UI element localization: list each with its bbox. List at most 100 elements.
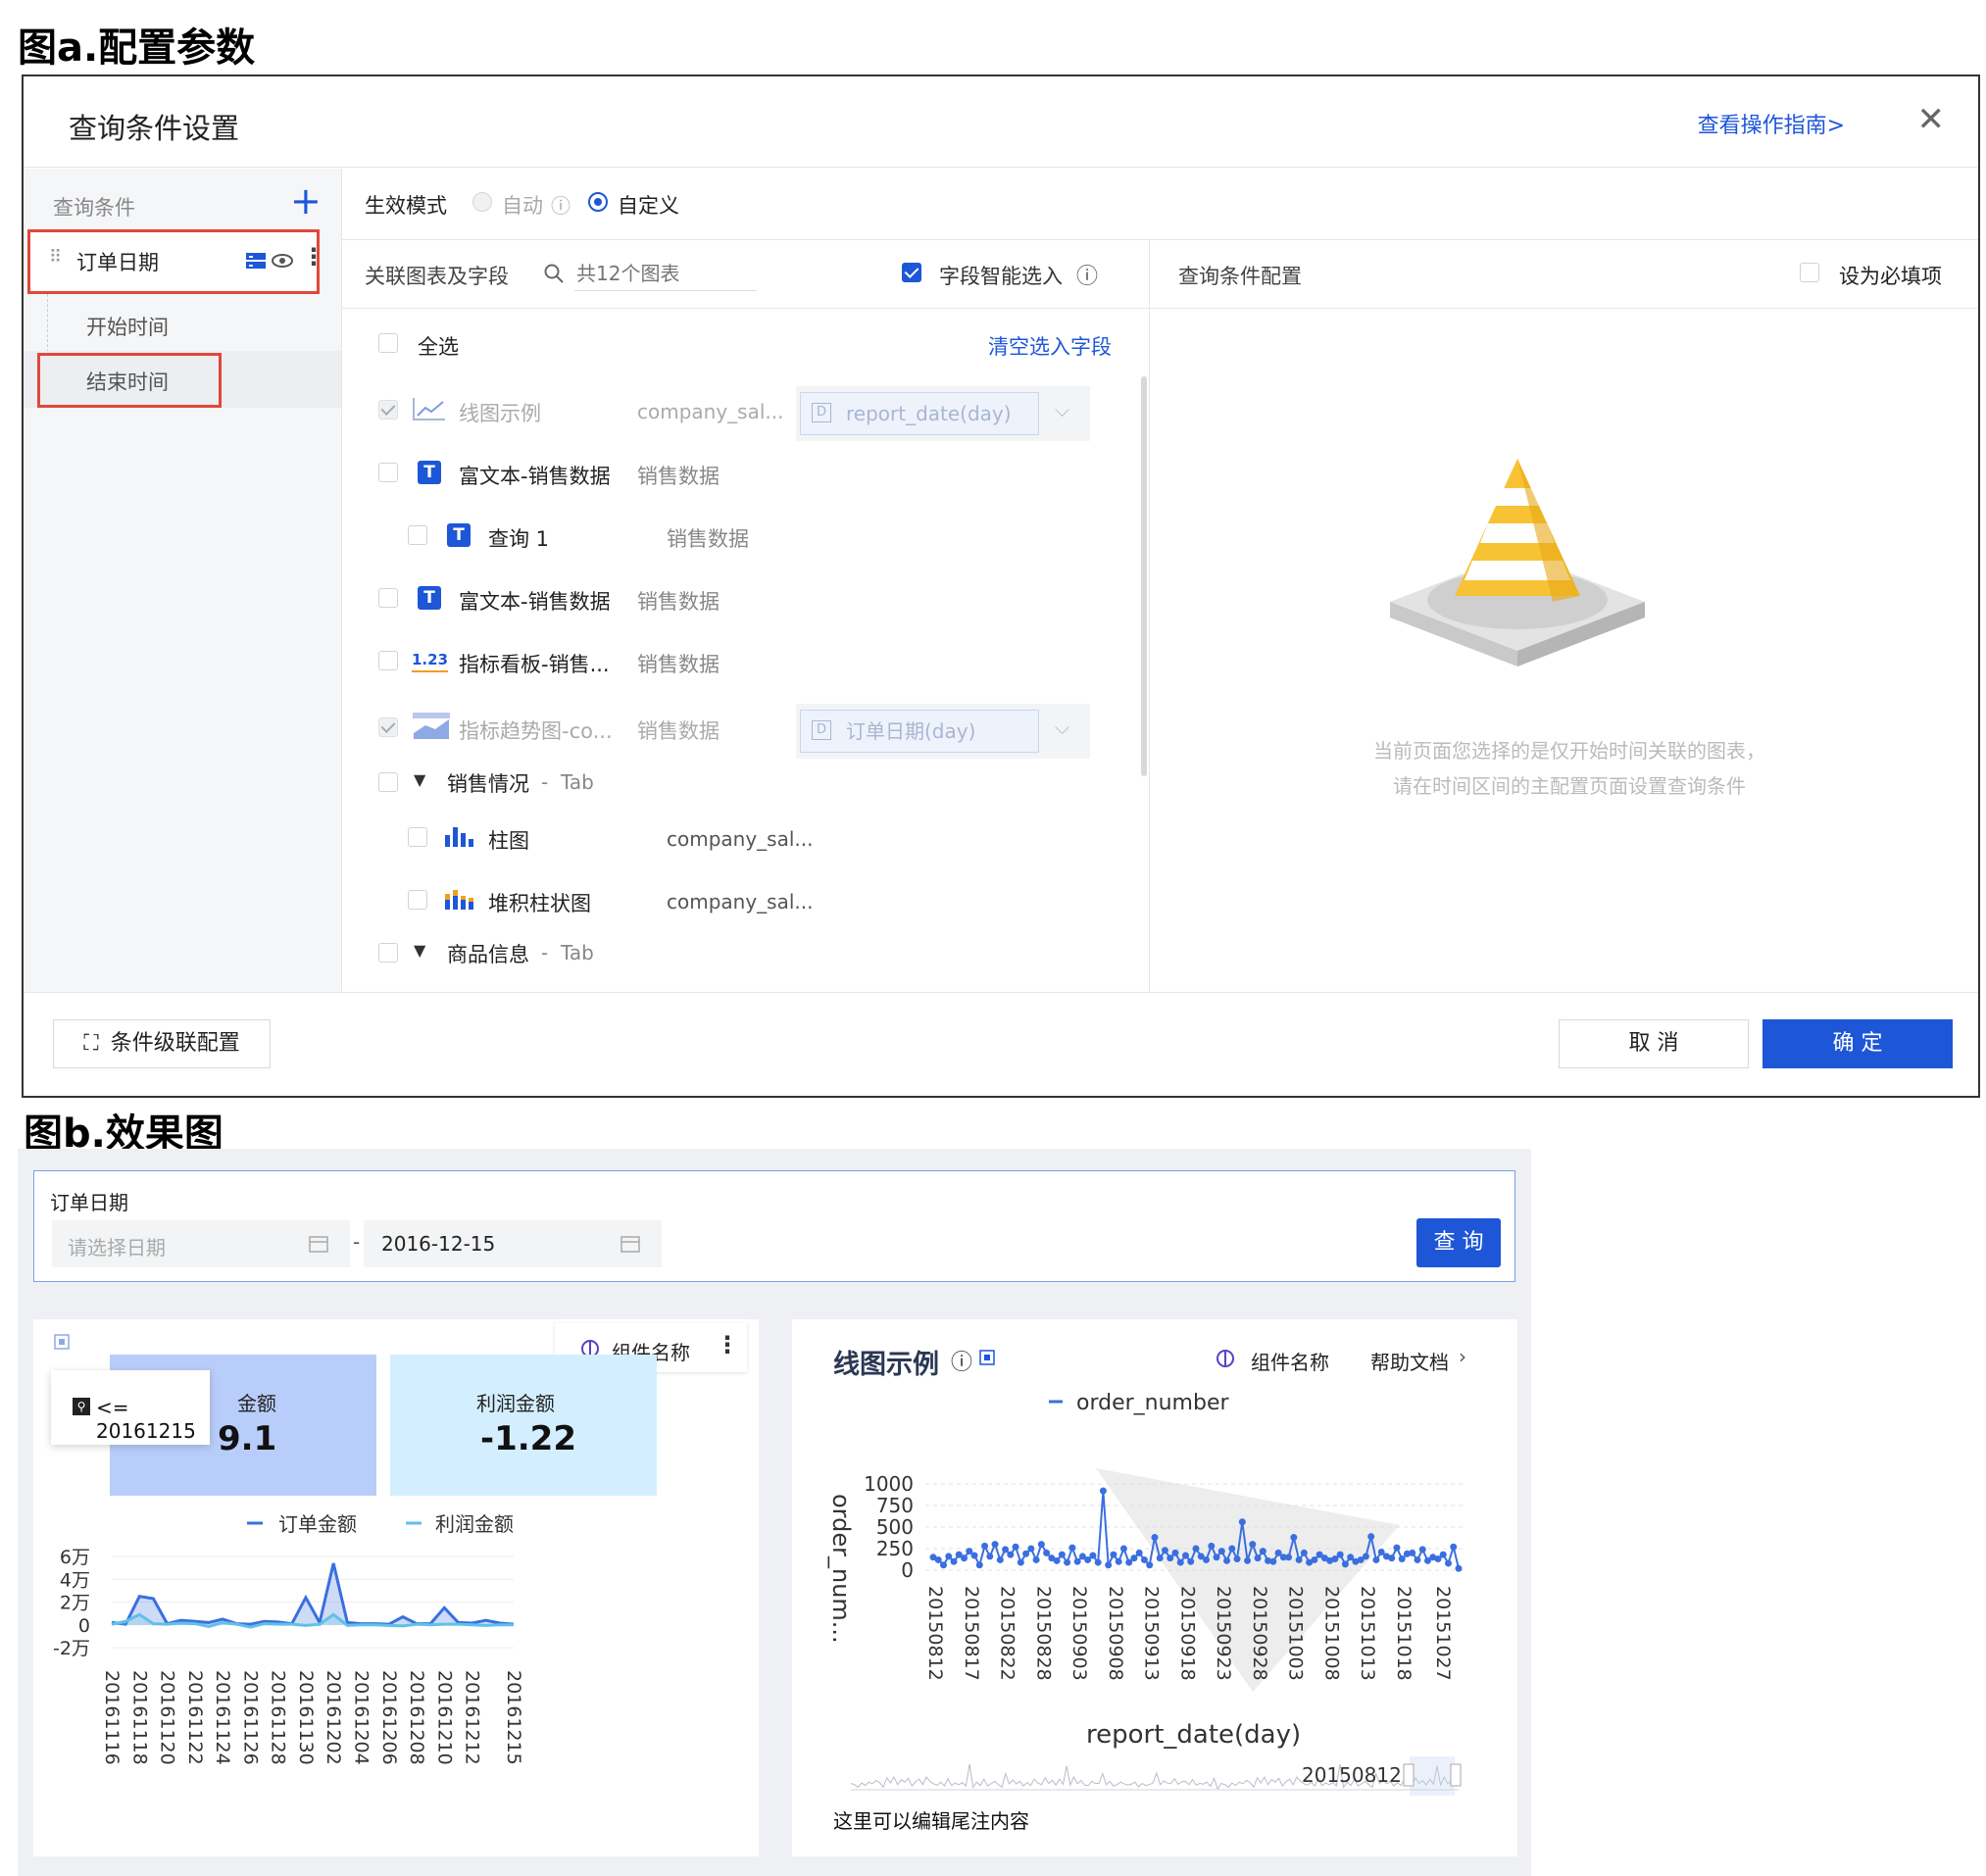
query-button[interactable]: 查 询 (1416, 1218, 1501, 1267)
cancel-button[interactable]: 取 消 (1559, 1019, 1749, 1068)
sub-item-start-time[interactable]: 开始时间 (86, 312, 169, 341)
data-point (1043, 1549, 1051, 1556)
slider-handle-left[interactable] (1403, 1763, 1415, 1787)
component-name[interactable]: 组件名称 (1251, 1347, 1329, 1375)
data-point (996, 1555, 1004, 1563)
caret-down-icon[interactable]: ▼ (414, 770, 425, 789)
data-point (1105, 1561, 1113, 1569)
x-tick-label: 20150908 (1105, 1586, 1126, 1681)
group-checkbox[interactable] (378, 943, 398, 963)
chart-search-input[interactable] (574, 257, 757, 291)
data-point (1115, 1557, 1122, 1565)
info-icon[interactable]: ⓘ (951, 1345, 972, 1376)
close-icon[interactable]: ✕ (1917, 100, 1946, 139)
slider-handle-right[interactable] (1450, 1763, 1462, 1787)
data-point (1290, 1534, 1298, 1542)
chart-row-checkbox[interactable] (378, 717, 398, 737)
chart-row-checkbox[interactable] (378, 463, 398, 482)
config-header: 查询条件配置 (1178, 265, 1302, 288)
chart-row-checkbox[interactable] (408, 525, 427, 545)
chart-row-checkbox[interactable] (408, 890, 427, 910)
data-point (961, 1555, 968, 1562)
clear-fields-link[interactable]: 清空选入字段 (988, 331, 1112, 361)
filter-icon: ⚲ (73, 1398, 90, 1415)
copy-icon[interactable] (53, 1333, 73, 1353)
chart-row-dataset: 销售数据 (637, 590, 720, 614)
chart-row-checkbox[interactable] (378, 651, 398, 670)
group-suffix: Tab (561, 770, 594, 794)
chart-row-checkbox[interactable] (378, 588, 398, 608)
y-tick-label: 1000 (864, 1472, 914, 1496)
chart-row-dataset: 销售数据 (667, 527, 749, 551)
mode-label: 生效模式 (365, 194, 447, 218)
help-doc-link[interactable]: 帮助文档 (1370, 1347, 1449, 1375)
x-tick-label: 20150817 (961, 1586, 982, 1681)
x-tick-label: 20150903 (1068, 1586, 1090, 1681)
chart-row-name: 指标看板-销售... (459, 653, 610, 676)
divider (1149, 239, 1150, 992)
chart-row-dataset: company_sal... (637, 400, 784, 423)
more-icon[interactable]: ⋮ (716, 1331, 739, 1358)
assoc-header: 关联图表及字段 (365, 265, 509, 288)
text-icon: T (418, 586, 441, 610)
data-point (1032, 1555, 1040, 1563)
text-icon: T (447, 523, 471, 547)
divider (24, 992, 1978, 993)
data-point (1119, 1545, 1127, 1553)
data-point (950, 1557, 958, 1565)
divider (342, 308, 1978, 309)
group-checkbox[interactable] (378, 772, 398, 792)
add-condition-icon[interactable]: + (290, 182, 322, 220)
chart-row-checkbox[interactable] (408, 827, 427, 847)
chart-row-name: 柱图 (488, 829, 529, 853)
chart-row-checkbox[interactable] (378, 400, 398, 420)
mode-auto-label: 自动 (502, 194, 543, 218)
x-tick-label: 20151013 (1357, 1586, 1378, 1681)
chart-title: 线图示例 (833, 1350, 939, 1380)
select-all-label: 全选 (418, 335, 459, 359)
guide-link[interactable]: 查看操作指南> (1698, 108, 1845, 139)
slider-window[interactable] (1410, 1756, 1455, 1796)
data-point (981, 1542, 989, 1550)
chart-row-name: 指标趋势图-co... (459, 719, 613, 743)
confirm-button[interactable]: 确 定 (1763, 1019, 1953, 1068)
chart-row-name: 线图示例 (459, 402, 541, 425)
x-tick-label: 20150918 (1176, 1586, 1198, 1681)
data-point (1130, 1555, 1138, 1562)
cascade-config-button[interactable]: ⛶ 条件级联配置 (53, 1019, 271, 1068)
mode-custom-radio[interactable] (588, 192, 608, 212)
smart-select-checkbox[interactable] (902, 263, 921, 282)
data-point (1223, 1556, 1231, 1564)
mode-auto-radio[interactable] (472, 192, 492, 212)
chart-row-dataset: 销售数据 (637, 653, 720, 676)
divider (341, 169, 342, 992)
scrollbar[interactable] (1141, 376, 1147, 776)
chevron-right-icon[interactable]: › (1459, 1345, 1466, 1368)
kpi-label: 利润金额 (476, 1392, 555, 1415)
end-date-input[interactable]: 2016-12-15 (364, 1220, 662, 1267)
data-point (1017, 1558, 1024, 1566)
data-point (1300, 1549, 1308, 1556)
smart-select-label: 字段智能选入 (939, 265, 1063, 288)
chart-row-name: 富文本-销售数据 (459, 465, 611, 488)
data-point (1064, 1558, 1071, 1566)
y-axis-label: order_num... (827, 1494, 855, 1644)
x-tick-label: 20161124 (212, 1670, 233, 1765)
caret-down-icon[interactable]: ▼ (414, 941, 425, 960)
kpi-value: -1.22 (480, 1419, 576, 1458)
field-select[interactable]: report_date(day) D ⌵ (796, 386, 1090, 441)
date-field-icon: D (812, 720, 831, 740)
kpi-profit: 利润金额 -1.22 (390, 1355, 657, 1496)
required-label: 设为必填项 (1839, 265, 1942, 288)
data-point (934, 1555, 942, 1563)
required-checkbox[interactable] (1800, 263, 1819, 282)
field-select[interactable]: 订单日期(day) D ⌵ (796, 704, 1090, 759)
data-point (1002, 1546, 1010, 1554)
chevron-down-icon: ⌵ (1055, 398, 1070, 421)
copy-icon[interactable] (978, 1349, 998, 1368)
start-date-input[interactable]: 请选择日期 (52, 1220, 350, 1267)
x-tick-label: 20150812 (924, 1586, 946, 1681)
select-all-checkbox[interactable] (378, 333, 398, 353)
chart-row-name: 查询 1 (488, 527, 550, 551)
trend-card: 组件名称 ⋮ 金额 9.1 利润金额 -1.22 ⚲ <= 20161215 订… (33, 1319, 759, 1856)
